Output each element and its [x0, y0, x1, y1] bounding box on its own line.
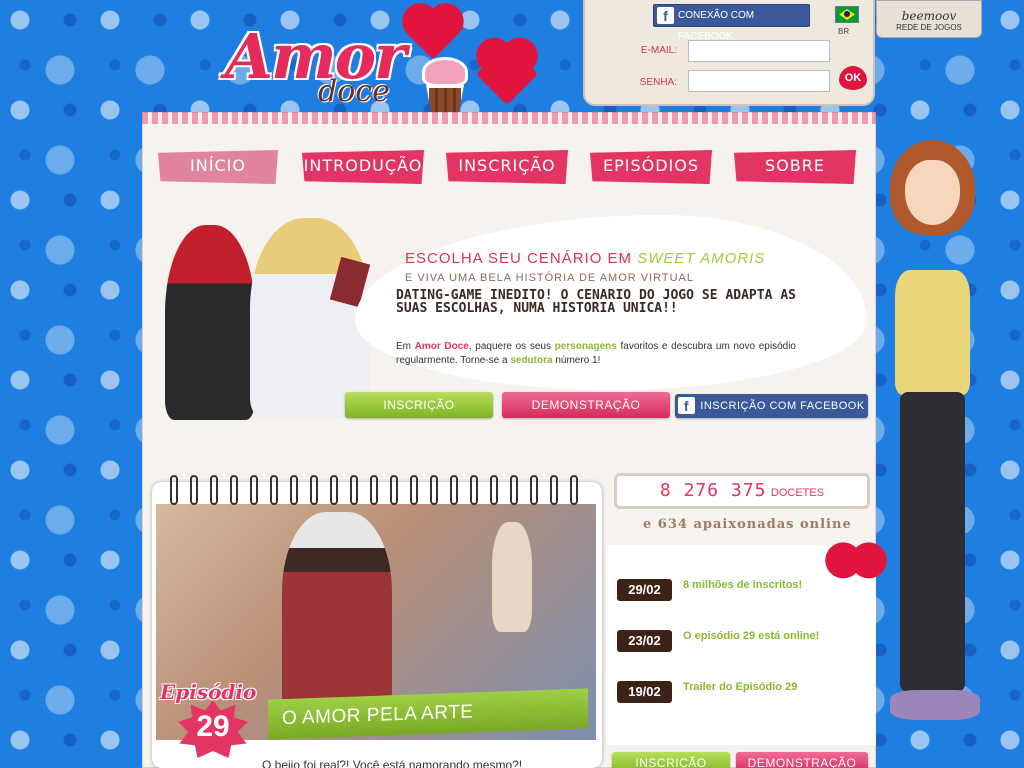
character-illustration	[282, 512, 392, 712]
tab-sobre[interactable]: SOBRE	[734, 150, 856, 184]
hero-description: DATING-GAME INEDITO! O CENARIO DO JOGO S…	[396, 288, 796, 316]
binder-ring	[350, 475, 358, 505]
binder-ring	[390, 475, 398, 505]
character-illustration	[165, 225, 255, 420]
country-code: BR	[838, 27, 850, 36]
network-name: beemoov	[901, 9, 957, 23]
binder-ring	[530, 475, 538, 505]
hero-headline-prefix: ESCOLHA SEU CENÁRIO EM	[405, 250, 633, 267]
demo-button[interactable]: DEMONSTRAÇÃO	[502, 392, 670, 418]
tab-inscricao[interactable]: INSCRIÇÃO	[446, 150, 568, 184]
hero-headline-highlight: SWEET AMORIS	[637, 250, 766, 267]
facebook-icon: f	[657, 7, 674, 24]
heart-icon	[475, 42, 539, 106]
news-item-link[interactable]: 8 milhões de inscritos!	[683, 579, 802, 591]
binder-ring	[290, 475, 298, 505]
binder-ring	[230, 475, 238, 505]
heart-icon	[407, 8, 459, 60]
hero-text: , paquere os seus	[468, 341, 551, 352]
binder-ring	[310, 475, 318, 505]
cupcake-icon	[420, 57, 470, 117]
facebook-connect-label: CONEXÃO COM FACEBOOK	[678, 10, 755, 42]
tab-inicio[interactable]: INÍCIO	[158, 150, 278, 184]
mannequin-illustration	[492, 522, 532, 632]
binder-ring	[570, 475, 578, 505]
signup-button[interactable]: INSCRIÇÃO	[345, 392, 493, 418]
binder-ring	[430, 475, 438, 505]
password-field[interactable]	[688, 70, 830, 92]
news-item-link[interactable]: O episódio 29 está online!	[683, 630, 819, 642]
password-label: SENHA:	[639, 77, 677, 88]
binder-ring	[410, 475, 418, 505]
news-date: 23/02	[617, 630, 672, 652]
facebook-signup-label: INSCRIÇÃO COM FACEBOOK	[700, 400, 865, 412]
binder-ring	[210, 475, 218, 505]
binder-ring	[250, 475, 258, 505]
player-count: 8 276 375	[659, 480, 767, 501]
online-count: e 634 apaixonadas online	[643, 517, 852, 532]
facebook-icon: f	[678, 397, 695, 414]
site-logo[interactable]: Amor doce	[200, 2, 550, 122]
news-date: 19/02	[617, 681, 672, 703]
hero-text: número 1!	[555, 355, 601, 366]
binder-ring	[170, 475, 178, 505]
binder-ring	[470, 475, 478, 505]
hero-characters-highlight: personagens	[554, 341, 617, 352]
network-subtitle: REDE DE JOGOS	[896, 23, 962, 32]
brazil-flag-icon[interactable]	[835, 6, 859, 23]
login-panel: f CONEXÃO COM FACEBOOK BR E-MAIL: SENHA:…	[583, 0, 875, 106]
binder-ring	[450, 475, 458, 505]
binder-ring	[510, 475, 518, 505]
binder-ring	[490, 475, 498, 505]
news-item-link[interactable]: Trailer do Episódio 29	[683, 681, 797, 693]
hero-text: Em	[396, 341, 411, 352]
binder-ring	[550, 475, 558, 505]
episode-number: 29	[196, 710, 230, 743]
episode-teaser: O beijo foi real?! Você está namorando m…	[262, 758, 523, 768]
episode-badge: Episódio 29	[160, 672, 270, 758]
hero-brand-highlight: Amor Doce	[414, 341, 469, 352]
binder-ring	[270, 475, 278, 505]
decorative-strip	[142, 112, 876, 124]
tab-introducao[interactable]: INTRODUÇÃO	[302, 150, 424, 184]
binder-ring	[370, 475, 378, 505]
hero-subheadline: E VIVA UMA BELA HISTÓRIA DE AMOR VIRTUAL	[405, 272, 695, 284]
email-label: E-MAIL:	[640, 45, 677, 56]
login-ok-button[interactable]: OK	[839, 66, 867, 90]
tab-episodios[interactable]: EPISÓDIOS	[590, 150, 712, 184]
demo-button[interactable]: DEMONSTRAÇÃO	[736, 752, 868, 768]
email-field[interactable]	[688, 40, 830, 62]
player-counter: 8 276 375 DOCETES	[614, 473, 870, 509]
binder-ring	[190, 475, 198, 505]
signup-button[interactable]: INSCRIÇÃO	[612, 752, 730, 768]
logo-word-doce: doce	[318, 74, 390, 109]
news-date: 29/02	[617, 579, 672, 601]
facebook-signup-button[interactable]: f INSCRIÇÃO COM FACEBOOK	[675, 394, 868, 418]
hero-seductress-highlight: sedutora	[510, 355, 553, 366]
character-illustration	[880, 130, 990, 730]
hero-paragraph: Em Amor Doce, paquere os seus personagen…	[396, 340, 796, 368]
hero-headline: ESCOLHA SEU CENÁRIO EM SWEET AMORIS	[405, 250, 765, 267]
player-count-unit: DOCETES	[770, 487, 825, 499]
network-link[interactable]: beemoov REDE DE JOGOS	[876, 0, 982, 38]
binder-ring	[330, 475, 338, 505]
episode-label: Episódio	[160, 680, 257, 704]
character-illustration	[250, 218, 370, 418]
heart-icon	[844, 547, 868, 571]
facebook-connect-button[interactable]: f CONEXÃO COM FACEBOOK	[653, 4, 810, 42]
